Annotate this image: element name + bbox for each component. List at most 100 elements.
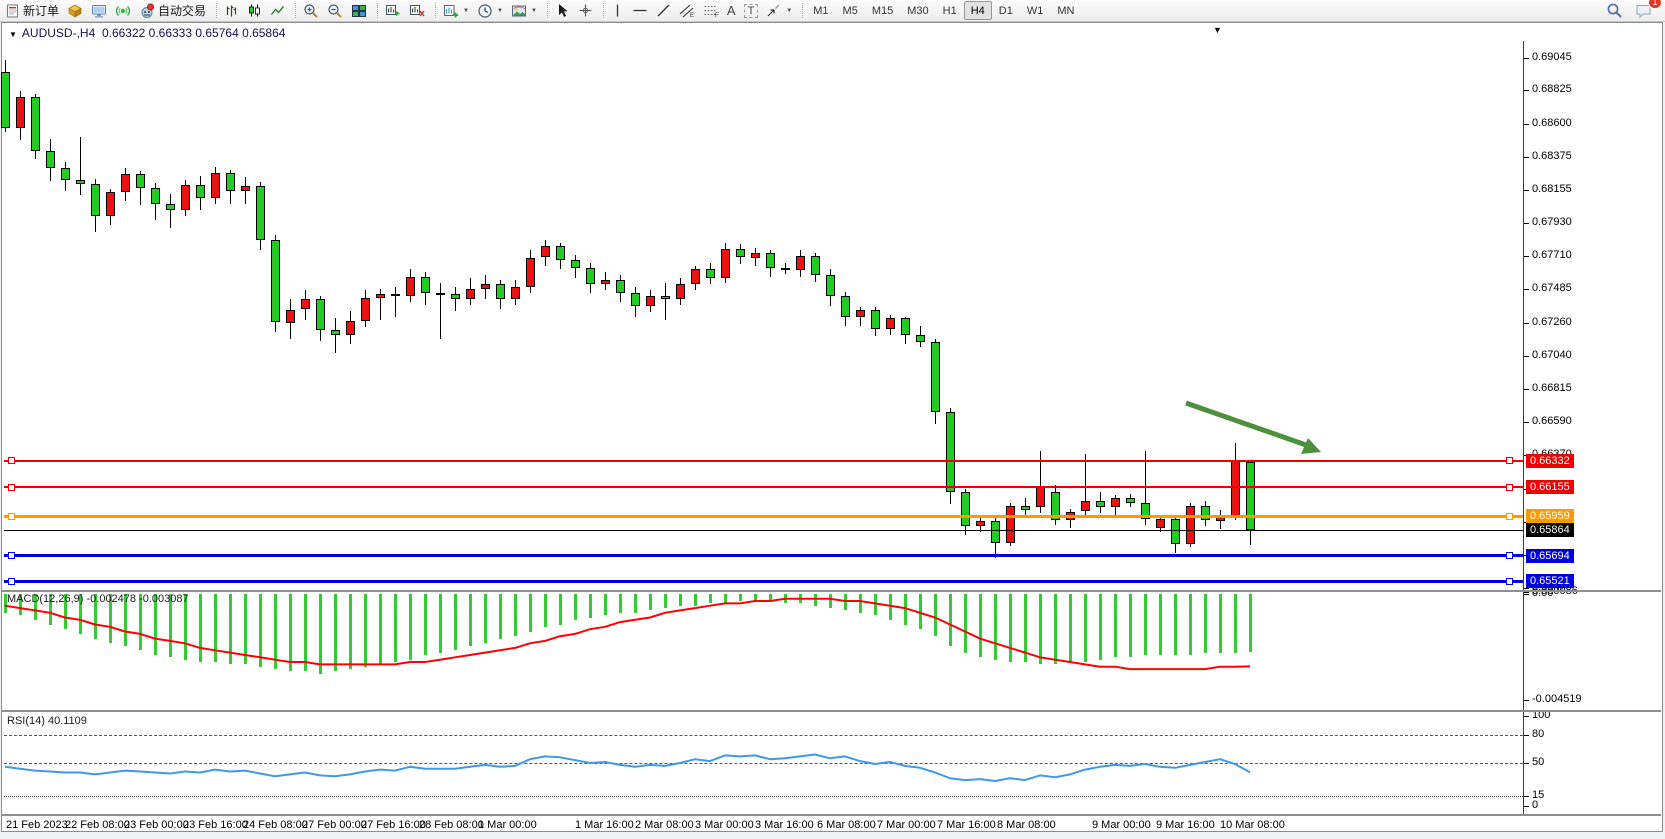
timeframe-m30-button[interactable]: M30 — [900, 1, 935, 20]
price-level-label: 0.65864 — [1526, 523, 1574, 537]
price-tick-dash — [1524, 422, 1529, 423]
svg-text:E: E — [690, 13, 694, 18]
auto-trading-button[interactable]: 自动交易 — [135, 0, 210, 22]
candle-body — [961, 492, 970, 526]
timeframe-w1-button[interactable]: W1 — [1020, 1, 1051, 20]
equidistant-channel-button[interactable]: E — [675, 0, 699, 22]
candle-body — [211, 173, 220, 198]
pane-divider[interactable] — [1, 590, 1661, 592]
candle-body — [691, 269, 700, 284]
horizontal-line-button[interactable] — [628, 0, 652, 22]
candle-body — [646, 296, 655, 306]
candle-body — [601, 280, 610, 285]
line-handle[interactable] — [8, 484, 15, 491]
price-tick-label: 0.67485 — [1532, 282, 1572, 294]
indicator-window-remove-button[interactable] — [405, 0, 429, 22]
candle-body — [436, 293, 445, 295]
templates-button[interactable]: ▼ — [507, 0, 541, 22]
tile-windows-button[interactable] — [347, 0, 371, 22]
timeframe-h4-button[interactable]: H4 — [964, 1, 992, 20]
timeframe-mn-button[interactable]: MN — [1050, 1, 1081, 20]
timeframe-m15-button[interactable]: M15 — [865, 1, 900, 20]
data-window-button[interactable] — [87, 0, 111, 22]
trendline-button[interactable] — [652, 0, 675, 22]
candle-body — [421, 277, 430, 293]
line-handle[interactable] — [1506, 484, 1513, 491]
candle-body — [796, 256, 805, 270]
text-tool-button[interactable]: A — [723, 0, 740, 22]
arrows-button[interactable]: ▼ — [762, 0, 796, 22]
new-chart-button[interactable]: ▼ — [439, 0, 473, 22]
cursor-button[interactable] — [551, 0, 574, 22]
candle-body — [1156, 519, 1165, 528]
indicator-window-button[interactable] — [381, 0, 405, 22]
line-handle[interactable] — [8, 578, 15, 585]
vertical-line-button[interactable] — [607, 0, 628, 22]
macd-axis-dash — [1524, 594, 1529, 595]
new-order-icon — [6, 4, 20, 18]
line-handle[interactable] — [1506, 457, 1513, 464]
notifications-button[interactable]: 1 — [1631, 0, 1657, 22]
price-tick-dash — [1524, 157, 1529, 158]
time-axis-label: 2 Mar 08:00 — [635, 819, 694, 831]
candle-body — [481, 284, 490, 289]
price-level-label: 0.66155 — [1526, 480, 1574, 494]
macd-axis-label: -0.004519 — [1532, 693, 1582, 705]
timeframe-h1-button[interactable]: H1 — [936, 1, 964, 20]
new-order-button[interactable]: 新订单 — [2, 0, 63, 22]
time-axis-label: 23 Feb 16:00 — [183, 819, 248, 831]
candle-body — [496, 284, 505, 299]
crosshair-button[interactable] — [574, 0, 597, 22]
line-handle[interactable] — [8, 552, 15, 559]
line-handle[interactable] — [1506, 578, 1513, 585]
clock-icon — [477, 3, 493, 19]
pane-divider[interactable] — [1, 710, 1661, 712]
chevron-down-icon: ▼ — [497, 8, 503, 14]
templates-icon — [511, 3, 527, 19]
price-tick-label: 0.67040 — [1532, 349, 1572, 361]
line-handle[interactable] — [1506, 513, 1513, 520]
search-button[interactable] — [1602, 0, 1627, 22]
price-tick-label: 0.66815 — [1532, 382, 1572, 394]
line-handle[interactable] — [1506, 552, 1513, 559]
time-axis-label: 9 Mar 00:00 — [1092, 819, 1151, 831]
candle-body — [1, 72, 10, 129]
vertical-line-icon — [611, 3, 624, 18]
candlestick-chart-button[interactable] — [243, 0, 266, 22]
rsi-axis-dash — [1524, 735, 1529, 736]
candle-body — [1126, 498, 1135, 503]
rsi-axis-label: 50 — [1532, 756, 1544, 768]
period-button[interactable]: ▼ — [473, 0, 507, 22]
rsi-label: RSI(14) 40.1109 — [7, 715, 87, 727]
trend-arrow[interactable] — [1180, 395, 1340, 465]
candle-body — [1021, 506, 1030, 511]
candle-body — [406, 277, 415, 296]
line-chart-button[interactable] — [266, 0, 289, 22]
market-watch-button[interactable] — [63, 0, 87, 22]
navigator-button[interactable] — [111, 0, 135, 22]
line-handle[interactable] — [8, 457, 15, 464]
fibonacci-button[interactable]: F — [699, 0, 723, 22]
chart-shift-marker[interactable]: ▼ — [1213, 25, 1222, 35]
line-handle[interactable] — [8, 513, 15, 520]
chevron-down-icon: ▼ — [463, 8, 469, 14]
zoom-in-button[interactable] — [299, 0, 323, 22]
tile-windows-icon — [351, 3, 367, 19]
collapse-icon[interactable]: ▼ — [9, 30, 17, 39]
time-axis-label: 1 Mar 16:00 — [575, 819, 634, 831]
candle-body — [736, 249, 745, 258]
horizontal-line-icon — [632, 3, 648, 18]
price-level-line[interactable] — [4, 515, 1523, 518]
timeframe-d1-button[interactable]: D1 — [992, 1, 1020, 20]
text-label-button[interactable]: T — [740, 0, 763, 22]
timeframe-m1-button[interactable]: M1 — [806, 1, 835, 20]
zoom-out-button[interactable] — [323, 0, 347, 22]
candle-body — [901, 318, 910, 334]
timeframe-m5-button[interactable]: M5 — [836, 1, 865, 20]
price-level-line[interactable] — [4, 530, 1523, 531]
price-level-line[interactable] — [4, 486, 1523, 488]
bar-chart-button[interactable] — [220, 0, 243, 22]
time-axis-label: 1 Mar 00:00 — [478, 819, 537, 831]
price-level-line[interactable] — [4, 554, 1523, 557]
price-level-line[interactable] — [4, 580, 1523, 583]
